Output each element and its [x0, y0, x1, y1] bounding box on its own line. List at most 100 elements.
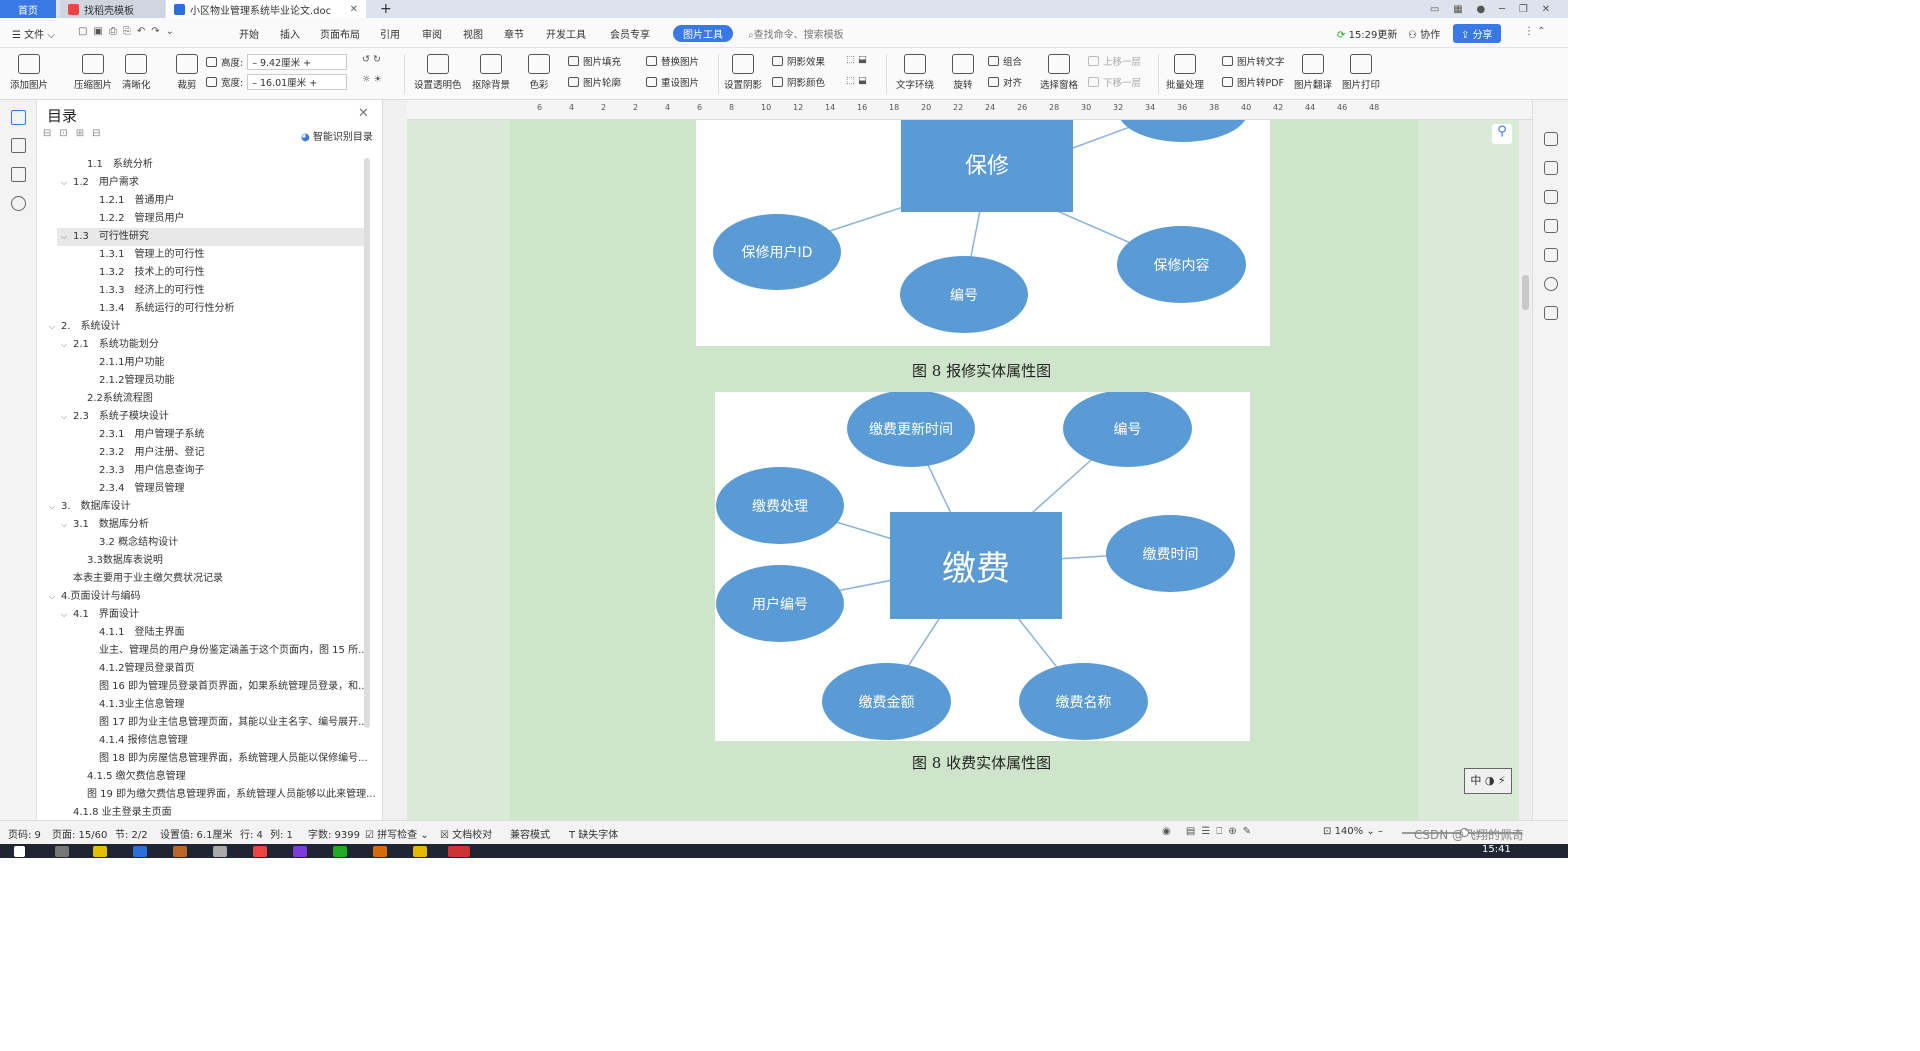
spell-check-button[interactable]: ☑ 拼写检查 ⌄ — [365, 826, 429, 841]
set-transparent-button[interactable]: 设置透明色 — [414, 54, 462, 91]
compress-picture-button[interactable]: 压缩图片 — [74, 54, 112, 91]
group-button[interactable]: 组合 — [988, 54, 1022, 68]
menu-item-reference[interactable]: 引用 — [380, 26, 400, 41]
sharpen-button[interactable]: 清晰化 — [122, 54, 151, 91]
collab-button[interactable]: ⚇ 协作 — [1408, 26, 1440, 41]
height-field[interactable]: 高度: – 9.42厘米 + — [206, 54, 348, 70]
toc-item[interactable]: 4.1.2管理员登录首页 — [87, 660, 194, 678]
menu-item-start[interactable]: 开始 — [239, 26, 259, 41]
missing-font-button[interactable]: T 缺失字体 — [569, 826, 618, 841]
expand-chevron-icon[interactable]: ⌵ — [61, 336, 73, 354]
expand-chevron-icon[interactable]: ⌵ — [49, 588, 61, 606]
toc-item[interactable]: 2.1.2管理员功能 — [87, 372, 174, 390]
expand-chevron-icon[interactable]: ⌵ — [61, 606, 73, 624]
toc-item[interactable]: 1.3.1 管理上的可行性 — [87, 246, 204, 264]
status-pages[interactable]: 页面: 15/60 — [52, 826, 107, 841]
close-window-icon[interactable]: ✕ — [1542, 4, 1550, 15]
windows-start-icon[interactable] — [14, 846, 25, 857]
toc-item[interactable]: 4.1.3业主信息管理 — [87, 696, 184, 714]
file-menu[interactable]: ☰ 文件 ⌵ — [12, 26, 55, 41]
nudge-icons[interactable]: ⬚ ⬓ — [846, 54, 867, 65]
status-word-count[interactable]: 字数: 9399 — [308, 826, 360, 841]
command-search[interactable]: ⌕查找命令、搜索模板 — [748, 26, 844, 41]
edit-icon[interactable] — [1544, 161, 1558, 175]
expand-chevron-icon[interactable]: ⌵ — [61, 228, 73, 246]
new-tab-button[interactable]: + — [372, 0, 400, 18]
menu-item-picture-tools[interactable]: 图片工具 — [673, 25, 733, 42]
picture-print-button[interactable]: 图片打印 — [1342, 54, 1380, 91]
toc-item[interactable]: 2.3.4 管理员管理 — [87, 480, 184, 498]
brightness-icons[interactable]: ☼ ☀ — [362, 74, 382, 85]
selection-pane-button[interactable]: 选择窗格 — [1040, 54, 1078, 91]
add-picture-button[interactable]: 添加图片 — [10, 54, 48, 91]
picture-translate-button[interactable]: 图片翻译 — [1294, 54, 1332, 91]
more-icon[interactable]: ⋮ ⌃ — [1524, 26, 1546, 37]
toc-item[interactable]: 业主、管理员的用户身份鉴定涵盖于这个页面内，图 15 所... — [87, 642, 368, 660]
text-wrap-button[interactable]: 文字环绕 — [896, 54, 934, 91]
book-icon[interactable] — [1544, 306, 1558, 320]
picture-to-text-button[interactable]: 图片转文字 — [1222, 54, 1285, 68]
width-input[interactable]: – 16.01厘米 + — [247, 74, 348, 90]
cloud-update[interactable]: ⟳ 15:29更新 — [1337, 26, 1397, 41]
shadow-effect-button[interactable]: 阴影效果 — [772, 54, 825, 68]
toc-item[interactable]: 1.3.4 系统运行的可行性分析 — [87, 300, 234, 318]
toc-item[interactable]: 1.2.1 普通用户 — [87, 192, 174, 210]
menu-item-layout[interactable]: 页面布局 — [320, 26, 360, 41]
bring-forward-button[interactable]: 上移一层 — [1088, 54, 1141, 68]
style-icon[interactable] — [1544, 132, 1558, 146]
toc-item[interactable]: 3.3数据库表说明 — [75, 552, 163, 570]
adjust-icon[interactable] — [1544, 219, 1558, 233]
width-field[interactable]: 宽度: – 16.01厘米 + — [206, 74, 348, 90]
apps-icon[interactable]: ▦ — [1453, 4, 1462, 15]
window-controls[interactable]: ▭ ▦ ● ─ ❐ ✕ — [1415, 0, 1565, 18]
bookmark-icon[interactable] — [11, 167, 26, 182]
remove-background-button[interactable]: 抠除背景 — [472, 54, 510, 91]
taskbar-wps-icon[interactable] — [448, 846, 470, 857]
toc-item[interactable]: ⌵ 4.页面设计与编码 — [49, 588, 141, 606]
search-icon[interactable] — [11, 196, 26, 211]
nudge-icons-2[interactable]: ⬚ ⬓ — [846, 75, 867, 86]
taskbar-app-icon[interactable] — [373, 846, 387, 857]
expand-chevron-icon[interactable]: ⌵ — [49, 498, 61, 516]
toc-item[interactable]: 1.1 系统分析 — [75, 156, 153, 174]
close-tab-icon[interactable]: ✕ — [350, 4, 358, 15]
location-pin-icon[interactable]: ⚲ — [1492, 124, 1512, 144]
menu-item-insert[interactable]: 插入 — [280, 26, 300, 41]
toc-item[interactable]: ⌵ 1.2 用户需求 — [61, 174, 139, 192]
taskbar-app-icon[interactable] — [413, 846, 427, 857]
quick-access-toolbar[interactable]: ▢▣⎙⎘↶↷⌄ — [78, 26, 180, 37]
toc-item[interactable]: 1.3.3 经济上的可行性 — [87, 282, 204, 300]
taskbar-search-icon[interactable] — [55, 846, 69, 857]
cursor-icon[interactable] — [1544, 190, 1558, 204]
height-input[interactable]: – 9.42厘米 + — [247, 54, 348, 70]
picture-outline-button[interactable]: 图片轮廓 — [568, 75, 621, 89]
send-backward-button[interactable]: 下移一层 — [1088, 75, 1141, 89]
taskbar-app-icon[interactable] — [253, 846, 267, 857]
toc-item[interactable]: 1.3.2 技术上的可行性 — [87, 264, 204, 282]
expand-chevron-icon[interactable]: ⌵ — [49, 318, 61, 336]
toc-item[interactable]: ⌵ 2.3 系统子模块设计 — [61, 408, 169, 426]
image-effects-icon[interactable] — [1544, 248, 1558, 262]
document-page[interactable]: 保修 保修用户ID 编号 保修内容 图 8 报修实体属性图 缴费更新时间 编号 … — [510, 120, 1418, 820]
toc-item[interactable]: 4.1.5 缴欠费信息管理 — [75, 768, 186, 786]
toc-item[interactable]: 本表主要用于业主缴欠费状况记录 — [61, 570, 223, 588]
reset-picture-button[interactable]: 重设图片 — [646, 75, 699, 89]
menu-item-member[interactable]: 会员专享 — [610, 26, 650, 41]
document-canvas[interactable]: 保修 保修用户ID 编号 保修内容 图 8 报修实体属性图 缴费更新时间 编号 … — [407, 120, 1519, 820]
tab-home[interactable]: 首页 — [0, 0, 56, 18]
toc-icon[interactable] — [11, 110, 26, 125]
toc-item[interactable]: 图 16 即为管理员登录首页界面，如果系统管理员登录，和... — [87, 678, 368, 696]
menu-item-developer[interactable]: 开发工具 — [546, 26, 586, 41]
menu-item-chapter[interactable]: 章节 — [504, 26, 524, 41]
figure-repair-entity[interactable]: 保修 保修用户ID 编号 保修内容 — [696, 120, 1270, 346]
align-button[interactable]: 对齐 — [988, 75, 1022, 89]
toc-item[interactable]: 图 19 即为缴欠费信息管理界面，系统管理人员能够以此来管理... — [75, 786, 376, 804]
toc-item[interactable]: ⌵ 2. 系统设计 — [49, 318, 121, 336]
menu-item-view[interactable]: 视图 — [463, 26, 483, 41]
toc-item[interactable]: 2.3.3 用户信息查询子 — [87, 462, 204, 480]
picture-to-pdf-button[interactable]: 图片转PDF — [1222, 75, 1284, 89]
toc-item[interactable]: 图 17 即为业主信息管理页面，其能以业主名字、编号展开... — [87, 714, 368, 732]
toc-level-controls[interactable]: ⊟⊡⊞⊟ — [43, 128, 109, 139]
shadow-color-button[interactable]: 阴影颜色 — [772, 75, 825, 89]
layout-icon[interactable]: ▭ — [1430, 4, 1439, 15]
